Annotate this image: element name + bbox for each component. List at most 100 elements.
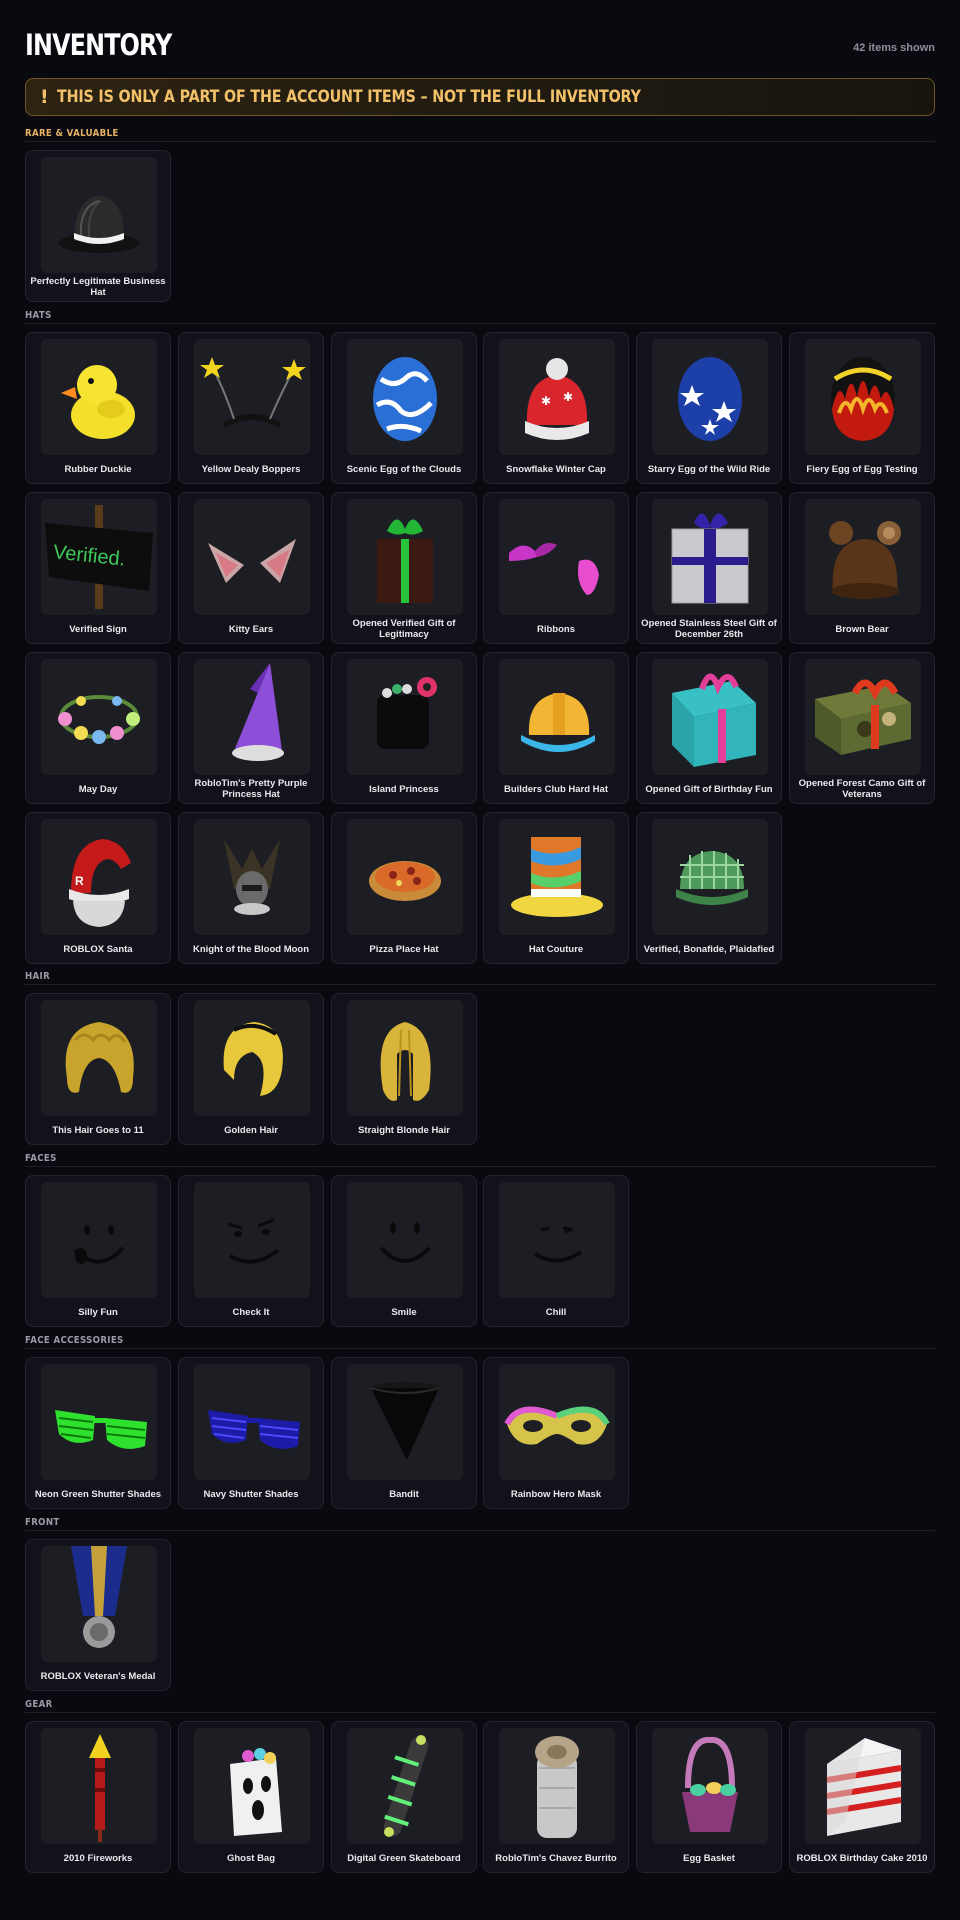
sign-icon: Verified. — [41, 499, 157, 615]
svg-text:✱: ✱ — [563, 390, 573, 404]
section-label-text: HATS — [25, 310, 52, 321]
item-card[interactable]: May Day — [25, 652, 171, 804]
item-card[interactable]: Verified. Verified Sign — [25, 492, 171, 644]
item-card[interactable]: Fiery Egg of Egg Testing — [789, 332, 935, 484]
warning-banner: ! THIS IS ONLY A PART OF THE ACCOUNT ITE… — [25, 78, 935, 116]
item-card[interactable]: Neon Green Shutter Shades — [25, 1357, 171, 1509]
item-card[interactable]: ✱ ✱ Snowflake Winter Cap — [483, 332, 629, 484]
section-label-text: FACE ACCESSORIES — [25, 1335, 124, 1346]
item-card[interactable]: Opened Gift of Birthday Fun — [636, 652, 782, 804]
section-label-front: FRONT — [25, 1517, 935, 1531]
section-label-text: FRONT — [25, 1517, 60, 1528]
section-label-text: FACES — [25, 1153, 57, 1164]
section-label-text: HAIR — [25, 971, 51, 982]
page-title: INVENTORY — [25, 28, 172, 62]
item-card[interactable]: Opened Verified Gift of Legitimacy — [331, 492, 477, 644]
item-name: ROBLOX Veteran's Medal — [40, 1670, 156, 1682]
item-card[interactable]: Scenic Egg of the Clouds — [331, 332, 477, 484]
item-name: Navy Shutter Shades — [203, 1488, 299, 1500]
shades-navy-icon — [194, 1364, 310, 1480]
item-card[interactable]: Ghost Bag — [178, 1721, 324, 1873]
item-card[interactable]: R ROBLOX Santa — [25, 812, 171, 964]
item-card[interactable]: Knight of the Blood Moon — [178, 812, 324, 964]
item-card[interactable]: Opened Forest Camo Gift of Veterans — [789, 652, 935, 804]
item-name: May Day — [78, 783, 118, 795]
fedora-icon — [41, 157, 157, 273]
item-card[interactable]: Navy Shutter Shades — [178, 1357, 324, 1509]
item-name: Opened Gift of Birthday Fun — [645, 783, 773, 795]
gift-dark-icon — [347, 499, 463, 615]
item-card[interactable]: Check It — [178, 1175, 324, 1327]
item-name: 2010 Fireworks — [63, 1852, 133, 1864]
item-name: Verified, Bonafide, Plaidafied — [643, 943, 775, 955]
face-smile-icon — [347, 1182, 463, 1298]
item-card[interactable]: Brown Bear — [789, 492, 935, 644]
section-label-hats: HATS — [25, 310, 935, 324]
bear-hat-icon — [805, 499, 921, 615]
item-card[interactable]: Builders Club Hard Hat — [483, 652, 629, 804]
item-card[interactable]: Yellow Dealy Boppers — [178, 332, 324, 484]
item-card[interactable]: Opened Stainless Steel Gift of December … — [636, 492, 782, 644]
item-card[interactable]: RobloTim's Chavez Burrito — [483, 1721, 629, 1873]
plaid-cap-icon — [652, 819, 768, 935]
couture-icon — [499, 819, 615, 935]
item-card[interactable]: 2010 Fireworks — [25, 1721, 171, 1873]
item-card[interactable]: Hat Couture — [483, 812, 629, 964]
item-name: Knight of the Blood Moon — [192, 943, 310, 955]
boppers-icon — [194, 339, 310, 455]
item-card[interactable]: Smile — [331, 1175, 477, 1327]
item-name: RobloTim's Pretty Purple Princess Hat — [194, 778, 308, 800]
item-name: Yellow Dealy Boppers — [201, 463, 301, 475]
cake-icon — [805, 1728, 921, 1844]
item-card[interactable]: RobloTim's Pretty Purple Princess Hat — [178, 652, 324, 804]
item-name: ROBLOX Santa — [63, 943, 133, 955]
gift-teal-icon — [652, 659, 768, 775]
item-name: RobloTim's Chavez Burrito — [495, 1852, 617, 1864]
pizza-icon — [347, 819, 463, 935]
item-name: Builders Club Hard Hat — [504, 783, 608, 795]
item-card[interactable]: Starry Egg of the Wild Ride — [636, 332, 782, 484]
item-card[interactable]: Straight Blonde Hair — [331, 993, 477, 1145]
item-card[interactable]: Bandit — [331, 1357, 477, 1509]
item-name: Chill — [545, 1306, 567, 1318]
bandit-icon — [347, 1364, 463, 1480]
item-name: Perfectly Legitimate Business Hat — [30, 276, 166, 298]
item-card[interactable]: Rubber Duckie — [25, 332, 171, 484]
item-card[interactable]: This Hair Goes to 11 — [25, 993, 171, 1145]
item-card[interactable]: Perfectly Legitimate Business Hat — [25, 150, 171, 302]
item-card[interactable]: Digital Green Skateboard — [331, 1721, 477, 1873]
knight-icon — [194, 819, 310, 935]
item-card[interactable]: Verified, Bonafide, Plaidafied — [636, 812, 782, 964]
ghost-bag-icon — [194, 1728, 310, 1844]
item-card[interactable]: Kitty Ears — [178, 492, 324, 644]
item-card[interactable]: Chill — [483, 1175, 629, 1327]
item-card[interactable]: Rainbow Hero Mask — [483, 1357, 629, 1509]
item-card[interactable]: Pizza Place Hat — [331, 812, 477, 964]
princess-hat-icon — [194, 659, 310, 775]
egg-stars-icon — [652, 339, 768, 455]
item-name: Check It — [232, 1306, 270, 1318]
svg-text:R: R — [75, 874, 84, 888]
item-count: 42 items shown — [853, 42, 935, 54]
item-card[interactable]: Golden Hair — [178, 993, 324, 1145]
firework-icon — [41, 1728, 157, 1844]
item-name: Kitty Ears — [228, 623, 274, 635]
gift-steel-icon — [652, 499, 768, 615]
item-card[interactable]: Island Princess — [331, 652, 477, 804]
hair-straight-icon — [347, 1000, 463, 1116]
item-card[interactable]: Egg Basket — [636, 1721, 782, 1873]
duck-icon — [41, 339, 157, 455]
item-card[interactable]: Silly Fun — [25, 1175, 171, 1327]
item-card[interactable]: ROBLOX Birthday Cake 2010 — [789, 1721, 935, 1873]
item-name: Verified Sign — [69, 623, 127, 635]
item-name: Scenic Egg of the Clouds — [346, 463, 462, 475]
egg-basket-icon — [652, 1728, 768, 1844]
item-name: Bandit — [389, 1488, 419, 1500]
section-label-face-accessories: FACE ACCESSORIES — [25, 1335, 935, 1349]
section-label-text: RARE & VALUABLE — [25, 128, 119, 139]
item-name: Hat Couture — [528, 943, 584, 955]
item-card[interactable]: ROBLOX Veteran's Medal — [25, 1539, 171, 1691]
item-card[interactable]: Ribbons — [483, 492, 629, 644]
section-label-hair: HAIR — [25, 971, 935, 985]
santa-icon: R — [41, 819, 157, 935]
